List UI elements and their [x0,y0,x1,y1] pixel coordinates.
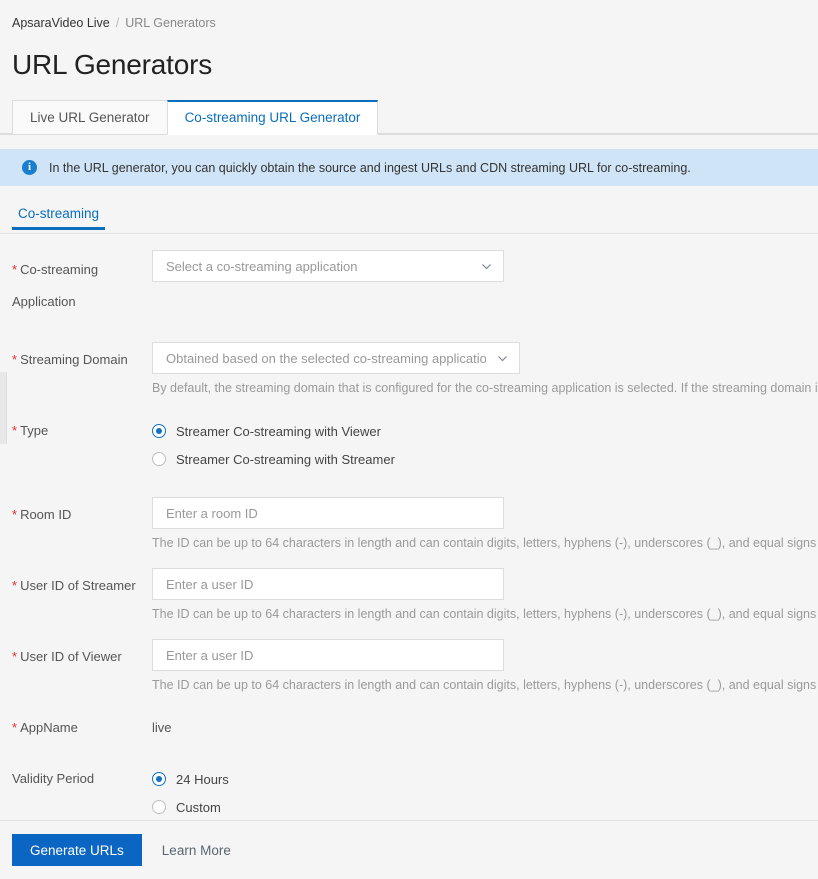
tab-co-streaming-url-generator[interactable]: Co-streaming URL Generator [166,100,379,135]
page-title: URL Generators [12,49,213,80]
breadcrumb-current: URL Generators [125,16,216,30]
streaming-domain-placeholder: Obtained based on the selected co-stream… [166,350,486,366]
co-streaming-application-select[interactable]: Select a co-streaming application [152,250,504,282]
field-row-streaming-domain: * Streaming Domain Obtained based on the … [0,342,818,397]
tab-live-url-generator[interactable]: Live URL Generator [12,100,168,135]
chevron-down-icon [480,260,493,273]
required-marker: * [12,507,18,522]
room-id-input[interactable]: Enter a room ID [152,497,504,529]
required-marker: * [12,649,18,664]
radio-indicator [152,424,166,438]
streaming-domain-select[interactable]: Obtained based on the selected co-stream… [152,342,520,374]
radio-label: Custom [176,799,221,815]
user-id-streamer-input[interactable]: Enter a user ID [152,568,504,600]
info-icon: i [22,160,37,175]
help-text-user-id-viewer: The ID can be up to 64 characters in len… [152,678,818,692]
action-bar: Generate URLs Learn More [0,820,818,879]
label-room-id: * Room ID [12,497,152,524]
label-text: Type [20,423,49,438]
sub-tab-bar: Co-streaming [0,202,818,234]
radio-label: Streamer Co-streaming with Streamer [176,451,395,467]
help-text-streaming-domain: By default, the streaming domain that is… [152,381,818,395]
label-validity-period: Validity Period [12,761,152,788]
field-row-user-id-streamer: * User ID of Streamer Enter a user ID The… [0,568,818,623]
control-user-id-viewer: Enter a user ID The ID can be up to 64 c… [152,639,818,694]
radio-indicator [152,772,166,786]
radio-type-streamer-with-streamer[interactable]: Streamer Co-streaming with Streamer [152,445,818,473]
breadcrumb-separator: / [115,16,120,30]
label-text-line2: Application [12,294,76,309]
control-type: Streamer Co-streaming with Viewer Stream… [152,413,818,473]
sub-tab-co-streaming[interactable]: Co-streaming [12,202,106,230]
learn-more-link[interactable]: Learn More [162,843,231,858]
label-text: Validity Period [12,771,95,786]
breadcrumb: ApsaraVideo Live / URL Generators [0,0,818,32]
control-user-id-streamer: Enter a user ID The ID can be up to 64 c… [152,568,818,623]
control-streaming-domain: Obtained based on the selected co-stream… [152,342,818,397]
required-marker: * [12,720,18,735]
control-app-name: live [152,710,818,737]
vertical-scrollbar-thumb[interactable] [0,372,7,444]
control-validity-period: 24 Hours Custom [152,761,818,821]
user-id-streamer-placeholder: Enter a user ID [166,576,254,592]
label-type: * Type [12,413,152,440]
tab-bar: Live URL Generator Co-streaming URL Gener… [0,100,818,135]
chevron-down-icon [496,352,509,365]
field-row-type: * Type Streamer Co-streaming with Viewer … [0,413,818,473]
control-co-streaming-application: Select a co-streaming application [152,250,818,282]
radio-indicator [152,800,166,814]
field-row-app-name: * AppName live [0,710,818,737]
room-id-placeholder: Enter a room ID [166,505,258,521]
control-room-id: Enter a room ID The ID can be up to 64 c… [152,497,818,552]
radio-label: Streamer Co-streaming with Viewer [176,423,381,439]
radio-indicator [152,452,166,466]
field-row-co-streaming-application: * Co-streaming Application Select a co-st… [0,250,818,318]
label-user-id-streamer: * User ID of Streamer [12,568,152,595]
label-co-streaming-application: * Co-streaming Application [12,250,152,318]
label-text-line1: Co-streaming [20,262,99,277]
required-marker: * [12,578,18,593]
required-marker: * [12,423,18,438]
label-text: Room ID [20,507,72,522]
radio-type-streamer-with-viewer[interactable]: Streamer Co-streaming with Viewer [152,417,818,445]
label-text: User ID of Streamer [20,578,136,593]
user-id-viewer-input[interactable]: Enter a user ID [152,639,504,671]
radio-validity-24-hours[interactable]: 24 Hours [152,765,818,793]
user-id-viewer-placeholder: Enter a user ID [166,647,254,663]
label-text: User ID of Viewer [20,649,122,664]
help-text-user-id-streamer: The ID can be up to 64 characters in len… [152,607,818,621]
radio-label: 24 Hours [176,771,229,787]
label-text: AppName [20,720,78,735]
generate-urls-button[interactable]: Generate URLs [12,834,142,866]
required-marker: * [12,262,18,277]
co-streaming-form: * Co-streaming Application Select a co-st… [0,234,818,821]
label-text: Streaming Domain [20,352,128,367]
label-app-name: * AppName [12,710,152,737]
radio-validity-custom[interactable]: Custom [152,793,818,821]
field-row-user-id-viewer: * User ID of Viewer Enter a user ID The I… [0,639,818,694]
info-banner-text: In the URL generator, you can quickly ob… [49,160,691,175]
field-row-validity-period: Validity Period 24 Hours Custom [0,761,818,821]
breadcrumb-root-link[interactable]: ApsaraVideo Live [12,16,110,30]
label-streaming-domain: * Streaming Domain [12,342,152,369]
co-streaming-application-placeholder: Select a co-streaming application [166,258,358,274]
help-text-room-id: The ID can be up to 64 characters in len… [152,536,818,550]
label-user-id-viewer: * User ID of Viewer [12,639,152,666]
app-name-value: live [152,720,172,735]
field-row-room-id: * Room ID Enter a room ID The ID can be u… [0,497,818,552]
required-marker: * [12,352,18,367]
info-banner: i In the URL generator, you can quickly … [0,149,818,186]
